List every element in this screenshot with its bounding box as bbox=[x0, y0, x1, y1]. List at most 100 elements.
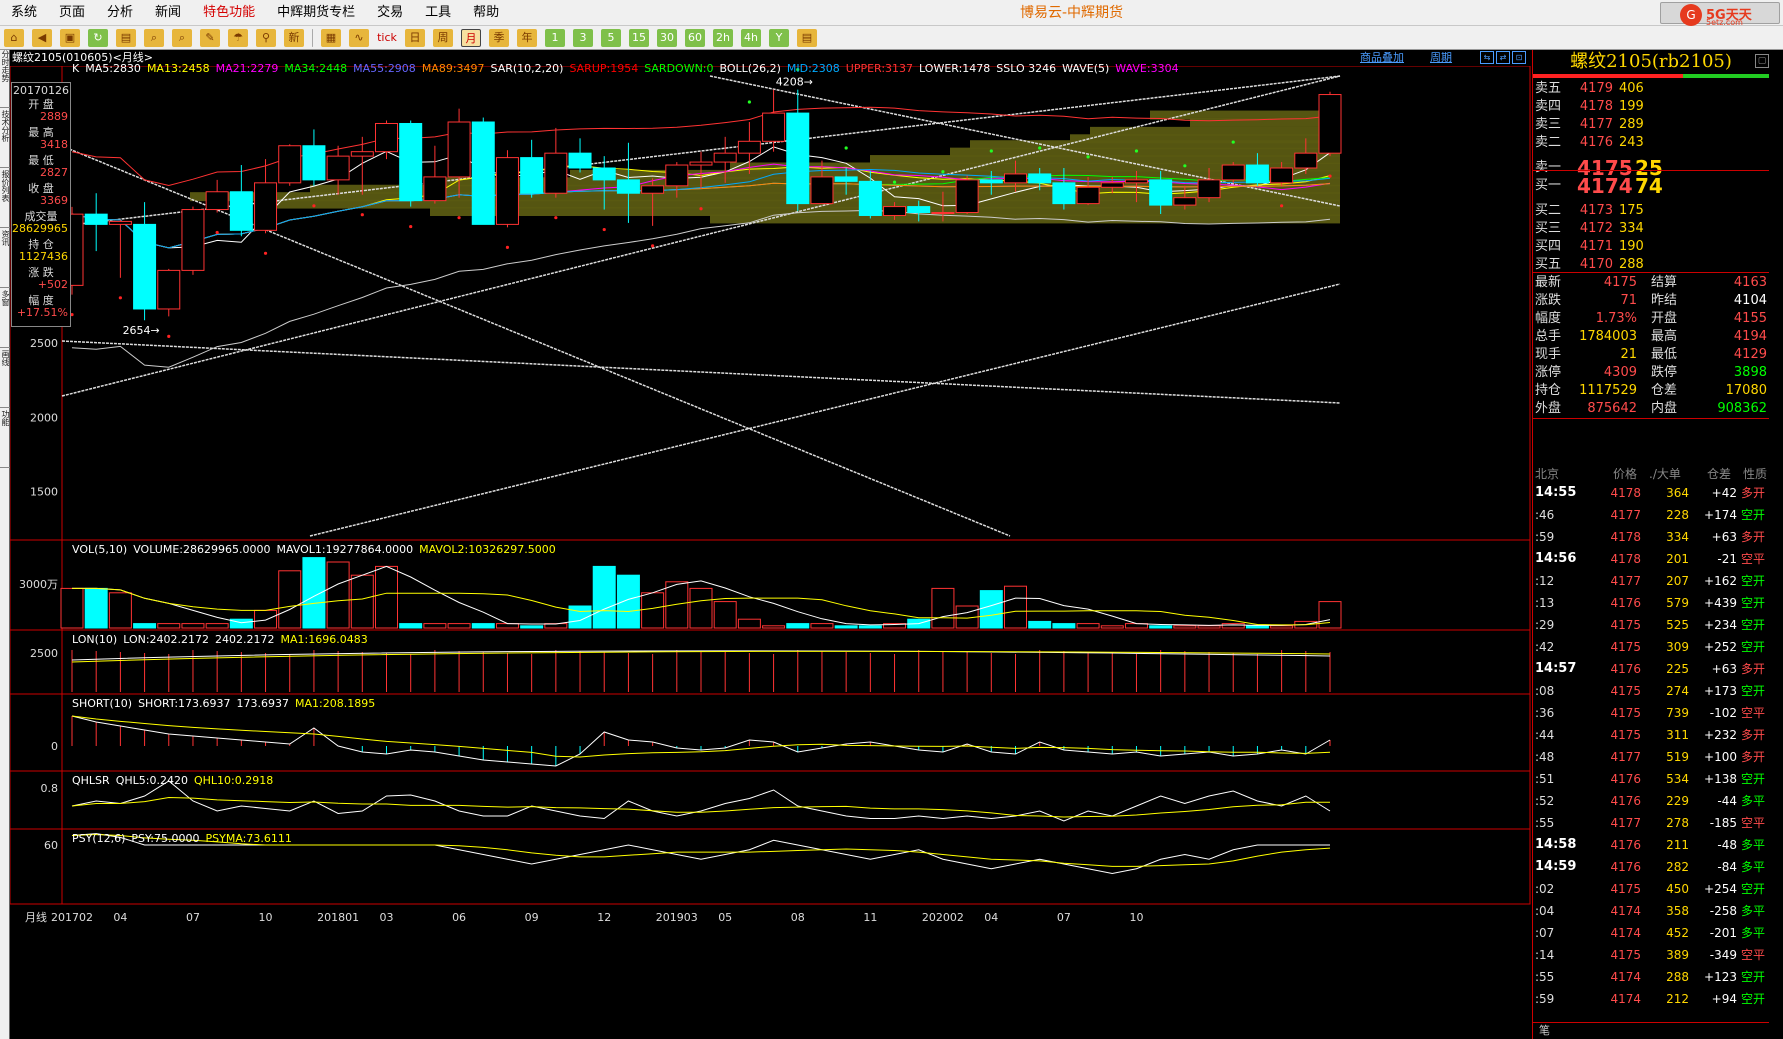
tick-nature: 空开 bbox=[1741, 574, 1766, 588]
tick-row[interactable]: :12 4177 207 +162 空开 bbox=[1533, 570, 1769, 592]
bid-row-1[interactable]: 买二 4173 175 bbox=[1533, 202, 1769, 220]
tick-row[interactable]: :07 4174 452 -201 多平 bbox=[1533, 922, 1769, 944]
toolbar-button-21[interactable]: 5 bbox=[601, 28, 621, 47]
ask-row-1[interactable]: 卖四 4178 199 bbox=[1533, 98, 1769, 116]
tick-row[interactable]: :51 4176 534 +138 空开 bbox=[1533, 768, 1769, 790]
candle-body bbox=[84, 213, 108, 225]
tick-nature: 空开 bbox=[1741, 596, 1766, 610]
toolbar-button-5[interactable]: ⌕ bbox=[144, 28, 164, 47]
main-indicator-line: K MA5:2830 MA13:2458 MA21:2279 MA34:2448 MA55… bbox=[72, 62, 1185, 76]
tick-row[interactable]: :59 4178 334 +63 多开 bbox=[1533, 526, 1769, 548]
tick-row[interactable]: :44 4175 311 +232 多开 bbox=[1533, 724, 1769, 746]
toolbar-button-3[interactable]: ↻ bbox=[88, 28, 108, 47]
tick-row[interactable]: 14:55 4178 364 +42 多开 bbox=[1533, 482, 1769, 504]
chart-area[interactable]: 4208→ 2654→ 2500 2000 1500 3000万 2500 0 0.8 60 201… bbox=[10, 62, 1532, 1030]
toolbar-button-18[interactable]: 年 bbox=[517, 28, 537, 47]
toolbar-button-12[interactable]: ∿ bbox=[349, 28, 369, 47]
quote-bottom-tab[interactable]: 笔 bbox=[1533, 1022, 1769, 1039]
tick-row[interactable]: :55 4177 278 -185 空平 bbox=[1533, 812, 1769, 834]
toolbar-button-22[interactable]: 15 bbox=[629, 28, 649, 47]
toolbar-button-25[interactable]: 2h bbox=[713, 28, 733, 47]
tick-row[interactable]: :02 4175 450 +254 空开 bbox=[1533, 878, 1769, 900]
toolbar-button-2[interactable]: ▣ bbox=[60, 28, 80, 47]
tick-row[interactable]: 14:57 4176 225 +63 多开 bbox=[1533, 658, 1769, 680]
menu-item-7[interactable]: 工具 bbox=[414, 0, 462, 26]
menu-item-5[interactable]: 中辉期货专栏 bbox=[266, 0, 366, 26]
tick-row[interactable]: :55 4174 288 +123 空开 bbox=[1533, 966, 1769, 988]
tick-row[interactable]: :42 4175 309 +252 空开 bbox=[1533, 636, 1769, 658]
menu-item-3[interactable]: 新闻 bbox=[144, 0, 192, 26]
menu-item-6[interactable]: 交易 bbox=[366, 0, 414, 26]
toolbar-button-24[interactable]: 60 bbox=[685, 28, 705, 47]
main-indicator-16: WAVE:3304 bbox=[1115, 62, 1179, 75]
toolbar-button-23[interactable]: 30 bbox=[657, 28, 677, 47]
ask-row-2[interactable]: 卖三 4177 289 bbox=[1533, 116, 1769, 134]
menu-item-1[interactable]: 页面 bbox=[48, 0, 96, 26]
tick-nature: 多平 bbox=[1741, 926, 1766, 940]
tick-row[interactable]: :29 4175 525 +234 空开 bbox=[1533, 614, 1769, 636]
nav-button-2[interactable]: ⇄ bbox=[1496, 51, 1510, 64]
stat-label-2: 最高 bbox=[1651, 329, 1678, 344]
menu-item-0[interactable]: 系统 bbox=[0, 0, 48, 26]
tick-oi-change: +174 bbox=[1704, 508, 1737, 522]
tick-volume: 274 bbox=[1666, 684, 1689, 698]
toolbar-button-16[interactable]: 月 bbox=[461, 28, 481, 47]
left-tab-0[interactable]: 分时走势 bbox=[0, 50, 10, 108]
toolbar-button-14[interactable]: 日 bbox=[405, 28, 425, 47]
tick-row[interactable]: 14:58 4176 211 -48 多平 bbox=[1533, 834, 1769, 856]
toolbar-button-15[interactable]: 周 bbox=[433, 28, 453, 47]
tick-row[interactable]: :14 4175 389 -349 空平 bbox=[1533, 944, 1769, 966]
left-tab-5[interactable]: 画线 bbox=[0, 350, 10, 408]
tick-row[interactable]: :59 4174 212 +94 空开 bbox=[1533, 988, 1769, 1010]
quote-close-icon[interactable]: ▢ bbox=[1755, 54, 1769, 68]
menu-item-2[interactable]: 分析 bbox=[96, 0, 144, 26]
main-indicator-6: MA89:3497 bbox=[421, 62, 485, 75]
left-tab-6[interactable]: 功能 bbox=[0, 410, 10, 468]
tick-time: :52 bbox=[1535, 794, 1555, 808]
toolbar-button-8[interactable]: ☂ bbox=[228, 28, 248, 47]
toolbar-button-10[interactable]: 新 bbox=[284, 28, 304, 47]
overlay-link[interactable]: 商品叠加 bbox=[1360, 50, 1404, 66]
toolbar-button-11[interactable]: ▦ bbox=[321, 28, 341, 47]
left-tab-3[interactable]: 资讯 bbox=[0, 230, 10, 288]
toolbar-button-20[interactable]: 3 bbox=[573, 28, 593, 47]
toolbar-button-19[interactable]: 1 bbox=[545, 28, 565, 47]
bid-row-2[interactable]: 买三 4172 334 bbox=[1533, 220, 1769, 238]
left-tab-2[interactable]: 报价列表 bbox=[0, 170, 10, 228]
toolbar-button-6[interactable]: ⌕ bbox=[172, 28, 192, 47]
toolbar-button-9[interactable]: ⚲ bbox=[256, 28, 276, 47]
toolbar-button-1[interactable]: ◀ bbox=[32, 28, 52, 47]
toolbar-button-26[interactable]: 4h bbox=[741, 28, 761, 47]
toolbar-button-13[interactable]: tick bbox=[377, 29, 397, 47]
bid-row-0[interactable]: 买一 4174 74 bbox=[1533, 174, 1769, 198]
tick-row[interactable]: :13 4176 579 +439 空开 bbox=[1533, 592, 1769, 614]
left-tab-4[interactable]: 多窗 bbox=[0, 290, 10, 348]
toolbar-button-17[interactable]: 季 bbox=[489, 28, 509, 47]
ask-row-0[interactable]: 卖五 4179 406 bbox=[1533, 80, 1769, 98]
period-link[interactable]: 周期 bbox=[1430, 50, 1452, 66]
book-divider-2 bbox=[1533, 272, 1769, 273]
toolbar-button-7[interactable]: ✎ bbox=[200, 28, 220, 47]
bid-row-3[interactable]: 买四 4171 190 bbox=[1533, 238, 1769, 256]
tick-row[interactable]: :48 4177 519 +100 多开 bbox=[1533, 746, 1769, 768]
menu-item-4[interactable]: 特色功能 bbox=[192, 0, 266, 26]
nav-button-1[interactable]: ⇆ bbox=[1480, 51, 1494, 64]
toolbar-button-28[interactable]: ▤ bbox=[797, 28, 817, 47]
tick-row[interactable]: :46 4177 228 +174 空开 bbox=[1533, 504, 1769, 526]
tick-row[interactable]: :36 4175 739 -102 空平 bbox=[1533, 702, 1769, 724]
toolbar-button-4[interactable]: ▤ bbox=[116, 28, 136, 47]
nav-button-3[interactable]: ⊡ bbox=[1512, 51, 1526, 64]
tick-price: 4175 bbox=[1610, 882, 1641, 896]
toolbar-button-27[interactable]: Y bbox=[769, 28, 789, 47]
tick-row[interactable]: :04 4174 358 -258 多平 bbox=[1533, 900, 1769, 922]
tick-row[interactable]: 14:59 4176 282 -84 多平 bbox=[1533, 856, 1769, 878]
tick-nature: 多开 bbox=[1741, 486, 1766, 500]
toolbar-button-0[interactable]: ⌂ bbox=[4, 28, 24, 47]
tick-row[interactable]: 14:56 4178 201 -21 空平 bbox=[1533, 548, 1769, 570]
tick-row[interactable]: :52 4176 229 -44 多平 bbox=[1533, 790, 1769, 812]
menu-item-8[interactable]: 帮助 bbox=[462, 0, 510, 26]
tick-row[interactable]: :08 4175 274 +173 空开 bbox=[1533, 680, 1769, 702]
bid-label: 买一 bbox=[1535, 178, 1562, 193]
ask-row-3[interactable]: 卖二 4176 243 bbox=[1533, 134, 1769, 152]
left-tab-1[interactable]: 技术分析 bbox=[0, 110, 10, 168]
